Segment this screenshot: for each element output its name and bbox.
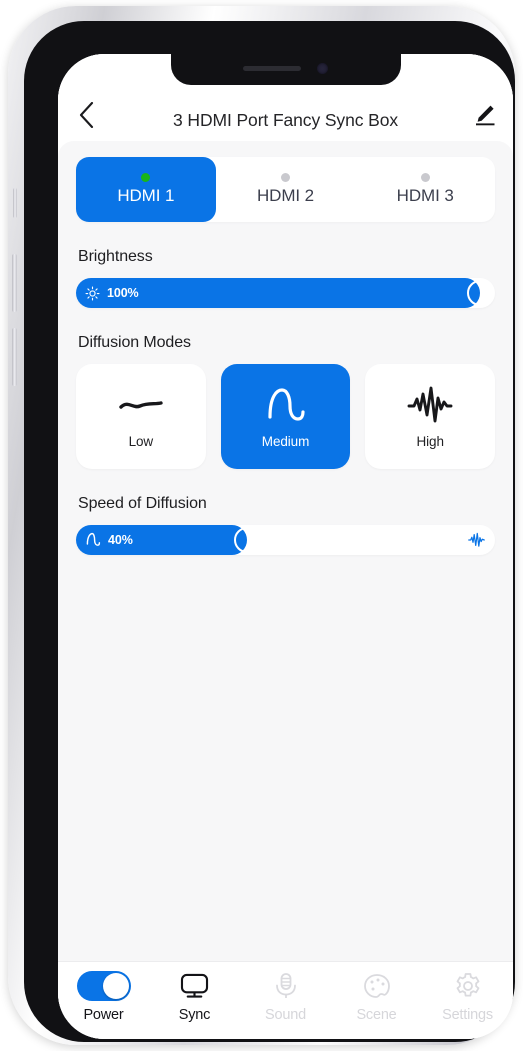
hdmi-2-status-dot [281, 173, 290, 182]
flat-wave-icon [117, 384, 165, 426]
gear-icon [454, 971, 482, 1001]
brightness-slider-fill: 100% [76, 278, 480, 308]
brightness-section-title: Brightness [78, 248, 153, 265]
nav-item-scene[interactable]: Scene [331, 971, 422, 1023]
phone-notch [170, 54, 401, 85]
hdmi-tab-1-label: HDMI 1 [117, 186, 175, 205]
back-button[interactable] [66, 95, 106, 135]
earpiece-speaker [242, 66, 301, 71]
phone-screen: 3 HDMI Port Fancy Sync Box HDMI 1 HDMI 2… [58, 54, 513, 1039]
waveform-icon [468, 532, 485, 548]
speed-slider[interactable]: 40% [76, 525, 495, 555]
power-toggle-knob [102, 973, 129, 999]
hdmi-3-status-dot [420, 173, 430, 182]
power-toggle[interactable] [76, 971, 131, 1001]
diffusion-section-title: Diffusion Modes [78, 334, 191, 351]
hdmi-tab-bar: HDMI 1 HDMI 2 HDMI 3 [76, 157, 495, 222]
speed-value: 40% [108, 533, 133, 547]
diffusion-mode-low[interactable]: Low [76, 364, 206, 469]
nav-item-settings-label: Settings [442, 1007, 493, 1023]
diffusion-mode-high[interactable]: High [365, 364, 496, 469]
phone-frame: 3 HDMI Port Fancy Sync Box HDMI 1 HDMI 2… [8, 6, 515, 1045]
diffusion-mode-medium[interactable]: Medium [220, 364, 351, 469]
silent-switch[interactable] [13, 188, 17, 218]
hdmi-tab-3[interactable]: HDMI 3 [355, 157, 495, 222]
palette-icon [363, 971, 391, 1001]
monitor-icon [180, 971, 209, 1001]
pencil-edit-icon [476, 105, 495, 126]
hdmi-tab-2-label: HDMI 2 [256, 186, 315, 205]
nav-item-power[interactable]: Power [58, 971, 149, 1023]
brightness-slider[interactable]: 100% [76, 278, 495, 308]
phone-bezel: 3 HDMI Port Fancy Sync Box HDMI 1 HDMI 2… [24, 21, 515, 1042]
brightness-slider-handle[interactable] [467, 280, 493, 306]
hdmi-tab-2[interactable]: HDMI 2 [216, 157, 356, 222]
nav-item-sync-label: Sync [178, 1007, 211, 1023]
sine-wave-icon [85, 532, 101, 548]
app-body: HDMI 1 HDMI 2 HDMI 3 Brightness 100% Dif… [58, 141, 513, 961]
front-camera [316, 63, 328, 74]
app-container: 3 HDMI Port Fancy Sync Box HDMI 1 HDMI 2… [58, 54, 513, 1039]
nav-item-sound[interactable]: Sound [240, 971, 331, 1023]
spiky-wave-icon [406, 384, 454, 426]
page-title: 3 HDMI Port Fancy Sync Box [173, 110, 398, 130]
diffusion-mode-low-label: Low [128, 434, 154, 449]
chevron-left-icon [79, 102, 93, 128]
volume-up-button[interactable] [12, 254, 17, 312]
nav-item-sound-label: Sound [265, 1007, 306, 1023]
speed-section-title: Speed of Diffusion [78, 495, 207, 512]
speed-slider-handle[interactable] [233, 527, 260, 553]
bottom-navigation: Power Sync Sound Scene Settings [58, 961, 513, 1039]
toggle-switch-on-icon [76, 971, 131, 1001]
microphone-icon [273, 971, 299, 1001]
nav-item-sync[interactable]: Sync [149, 971, 240, 1023]
diffusion-mode-group: Low Medium High [76, 364, 496, 469]
hdmi-1-status-dot [141, 173, 151, 182]
diffusion-mode-medium-label: Medium [261, 434, 310, 449]
brightness-value: 100% [107, 286, 139, 300]
hdmi-tab-1[interactable]: HDMI 1 [76, 157, 216, 222]
diffusion-mode-high-label: High [416, 434, 444, 449]
volume-down-button[interactable] [12, 328, 17, 386]
nav-item-scene-label: Scene [356, 1007, 397, 1023]
nav-item-power-label: Power [83, 1007, 124, 1023]
edit-button[interactable] [467, 97, 503, 133]
sun-brightness-icon [85, 285, 100, 301]
hdmi-tab-3-label: HDMI 3 [396, 186, 454, 205]
sine-wave-icon [265, 384, 307, 426]
nav-item-settings[interactable]: Settings [422, 971, 513, 1023]
speed-slider-fill: 40% [76, 525, 247, 555]
